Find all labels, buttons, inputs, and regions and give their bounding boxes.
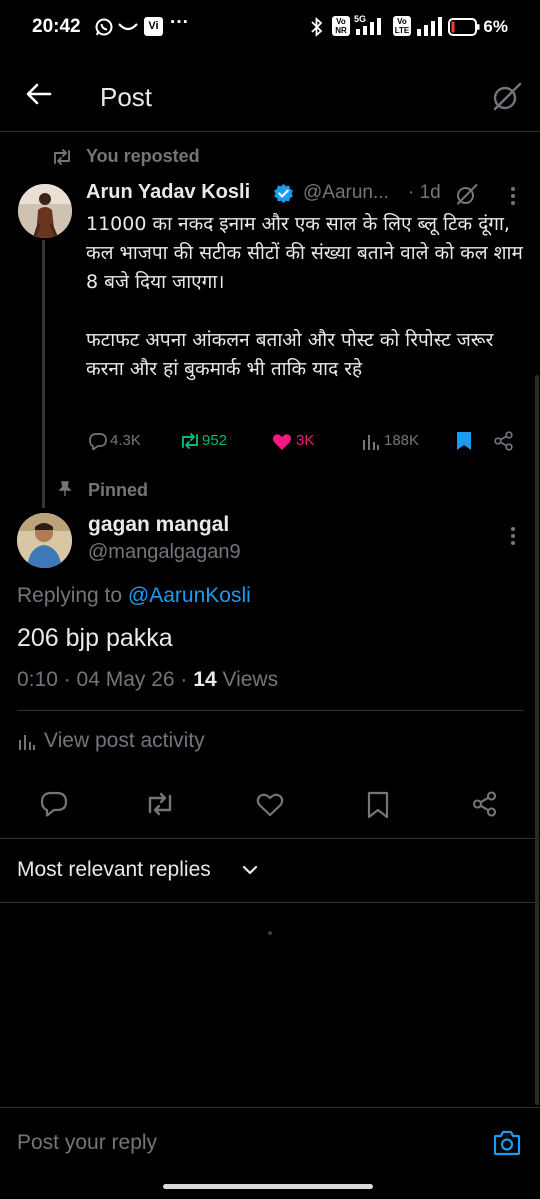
replying-to: Replying to @AarunKosli — [17, 584, 251, 608]
grok-icon[interactable] — [492, 81, 522, 111]
reply-text: 206 bjp pakka — [17, 624, 173, 652]
reply-input[interactable] — [17, 1131, 457, 1155]
reply-count: 4.3K — [110, 432, 141, 449]
vonr-icon: Vo NR — [332, 16, 350, 36]
views-count: 14 — [193, 668, 217, 691]
replying-to-link[interactable]: @AarunKosli — [128, 584, 251, 607]
replying-prefix: Replying to — [17, 584, 128, 607]
repost-count: 952 — [202, 432, 228, 449]
battery-percent: 6% — [483, 17, 508, 36]
repost-icon — [51, 148, 73, 166]
author-handle[interactable]: @mangalgagan9 — [88, 541, 241, 564]
author-handle[interactable]: @Aarun... — [303, 182, 389, 204]
heart-filled-icon[interactable] — [272, 433, 292, 451]
back-arrow-icon[interactable] — [26, 83, 52, 105]
page-title: Post — [100, 82, 153, 112]
divider — [0, 902, 540, 903]
author-name[interactable]: Arun Yadav Kosli — [86, 181, 250, 204]
battery-icon — [448, 18, 480, 36]
post-time: · 1d — [408, 182, 441, 203]
chevron-down-icon[interactable] — [242, 864, 258, 876]
post-meta: 0:10 · 04 May 26 · 14 Views — [17, 668, 278, 692]
bluetooth-icon — [310, 17, 324, 37]
vi-app-icon: Vi — [144, 17, 163, 36]
status-bar: 20:42 Vi ··· Vo NR 5G Vo LTE 6% — [0, 0, 540, 56]
loading-indicator — [268, 931, 272, 935]
scrollbar[interactable] — [535, 375, 539, 1105]
volte-icon: Vo LTE — [393, 16, 411, 36]
top-app-bar: Post — [0, 60, 540, 132]
more-options-icon[interactable] — [510, 526, 516, 546]
reply-icon[interactable] — [88, 432, 108, 451]
share-icon[interactable] — [494, 431, 514, 451]
view-post-activity-link[interactable]: View post activity — [44, 729, 205, 753]
divider — [0, 838, 540, 839]
pinned-label: Pinned — [88, 480, 149, 500]
svg-text:5G: 5G — [354, 14, 366, 24]
sort-label: Most relevant replies — [17, 858, 211, 881]
more-options-icon[interactable] — [510, 186, 516, 206]
bookmark-filled-icon[interactable] — [456, 431, 472, 451]
grok-icon[interactable] — [456, 183, 478, 205]
reposted-label: You reposted — [86, 146, 200, 166]
thread-line — [42, 240, 45, 508]
views-label: Views — [216, 668, 279, 691]
share-icon[interactable] — [472, 791, 498, 817]
verified-badge-icon — [273, 183, 294, 204]
status-time: 20:42 — [32, 16, 81, 37]
sort-replies-dropdown[interactable]: Most relevant replies — [17, 858, 211, 882]
bookmark-icon[interactable] — [367, 791, 389, 819]
missed-call-icon — [118, 22, 138, 32]
signal-icon — [416, 15, 444, 37]
post-timestamp: 0:10 · 04 May 26 · — [17, 668, 194, 691]
divider — [17, 710, 524, 711]
reply-icon[interactable] — [40, 791, 68, 817]
pin-icon — [58, 481, 72, 497]
post-text: 11000 का नकद इनाम और एक साल के लिए ब्लू … — [86, 213, 523, 380]
avatar[interactable] — [18, 184, 72, 238]
views-count: 188K — [384, 432, 420, 449]
author-name[interactable]: gagan mangal — [88, 513, 229, 537]
camera-icon[interactable] — [493, 1130, 521, 1156]
avatar[interactable] — [17, 513, 72, 568]
repost-icon[interactable] — [145, 792, 175, 816]
more-notifications-icon: ··· — [170, 12, 189, 33]
heart-icon[interactable] — [256, 793, 284, 817]
signal-5g-icon: 5G — [354, 14, 388, 38]
views-icon[interactable] — [362, 433, 380, 451]
activity-icon — [18, 733, 36, 751]
repost-icon[interactable] — [179, 432, 201, 450]
home-indicator[interactable] — [163, 1184, 373, 1189]
like-count: 3K — [296, 432, 315, 449]
whatsapp-icon — [94, 17, 114, 37]
